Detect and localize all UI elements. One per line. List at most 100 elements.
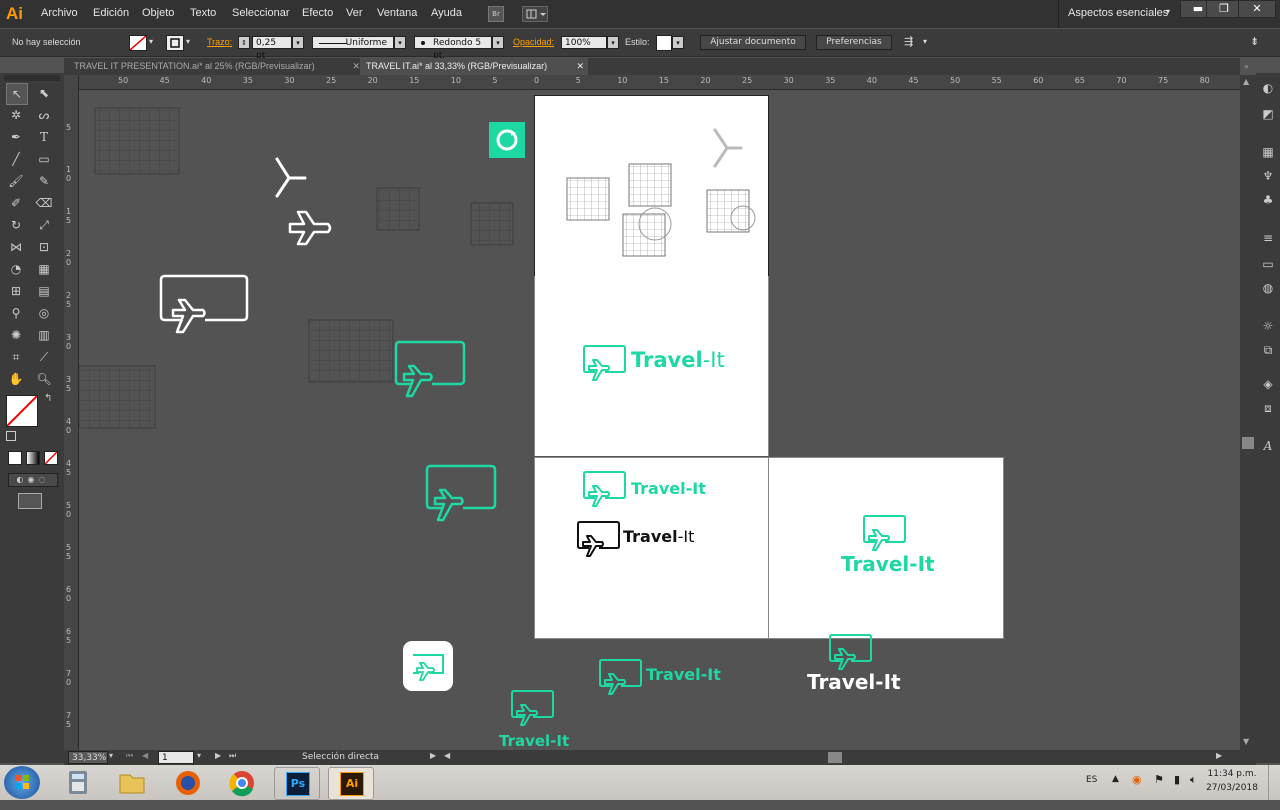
- vertical-ruler[interactable]: 5 1 0 1 5 2 0 2 5 3 0 3 5 4 0 4 5 5 0 5 5 6 0 6 5 7 0…: [64, 75, 79, 750]
- swap-colors-icon[interactable]: ↰: [44, 393, 52, 404]
- scroll-right-icon[interactable]: ▶: [1216, 751, 1222, 760]
- action-center-icon[interactable]: ⚑: [1154, 773, 1164, 786]
- panel-menu-icon[interactable]: ⇟: [1250, 35, 1259, 48]
- graphic-style-swatch[interactable]: [656, 35, 672, 51]
- artboard-number-input[interactable]: 1: [158, 751, 194, 764]
- profile-dropdown[interactable]: ▾: [394, 36, 406, 49]
- close-icon[interactable]: ✕: [352, 58, 360, 75]
- mesh-tool-icon[interactable]: ⊞: [6, 281, 26, 301]
- gradient-panel-icon[interactable]: ▭: [1259, 255, 1277, 273]
- artboard-3[interactable]: Travel-It Travel-It: [534, 457, 769, 639]
- clock-time[interactable]: 11:34 p.m.: [1206, 769, 1258, 779]
- perspective-grid-icon[interactable]: ▦: [34, 259, 54, 279]
- fit-document-button[interactable]: Ajustar documento: [700, 35, 806, 50]
- clock-date[interactable]: 27/03/2018: [1204, 783, 1260, 793]
- workspace-switcher[interactable]: Aspectos esenciales: [1068, 7, 1168, 19]
- tray-expand-icon[interactable]: ▲: [1112, 774, 1119, 784]
- paintbrush-icon[interactable]: 🖌︎: [6, 171, 26, 191]
- column-graph-icon[interactable]: ▥: [34, 325, 54, 345]
- menu-ventana[interactable]: Ventana: [377, 7, 417, 19]
- type-tool-icon[interactable]: T: [34, 127, 54, 147]
- calculator-taskbar-icon[interactable]: [56, 767, 100, 798]
- none-mode-icon[interactable]: [44, 451, 58, 465]
- opacity-input[interactable]: 100%: [561, 36, 607, 49]
- gradient-tool-icon[interactable]: ▤: [34, 281, 54, 301]
- menu-edicion[interactable]: Edición: [93, 7, 129, 19]
- horizontal-ruler[interactable]: 50 45 40 35 30 25 20 15 10 5 0 5 10 15 20 25 30 35 40 45 50 5…: [78, 75, 1240, 90]
- zoom-input[interactable]: 33,33%: [68, 751, 108, 764]
- style-dropdown[interactable]: ▾: [672, 36, 684, 49]
- line-tool-icon[interactable]: ╱: [6, 149, 26, 169]
- appearance-icon[interactable]: ☼: [1259, 317, 1277, 335]
- brush-dropdown[interactable]: ▾: [492, 36, 504, 49]
- last-artboard-icon[interactable]: ⏭: [229, 751, 236, 761]
- menu-seleccionar[interactable]: Seleccionar: [232, 7, 289, 19]
- lasso-icon[interactable]: ᔕ: [34, 105, 54, 125]
- panel-options-icon[interactable]: ▾: [923, 37, 927, 46]
- start-button[interactable]: [4, 766, 40, 799]
- hand-tool-icon[interactable]: ✋: [6, 369, 26, 389]
- rotate-tool-icon[interactable]: ↻: [6, 215, 26, 235]
- width-tool-icon[interactable]: ⋈: [6, 237, 26, 257]
- menu-efecto[interactable]: Efecto: [302, 7, 333, 19]
- menu-objeto[interactable]: Objeto: [142, 7, 174, 19]
- transparency-icon[interactable]: ◍: [1259, 279, 1277, 297]
- rectangle-tool-icon[interactable]: ▭: [34, 149, 54, 169]
- close-icon[interactable]: ✕: [576, 58, 584, 75]
- chevron-down-icon[interactable]: ▾: [1166, 7, 1170, 16]
- layers-icon[interactable]: ◈: [1259, 375, 1277, 393]
- horizontal-scroll-thumb[interactable]: [828, 752, 842, 763]
- artboard-dropdown-icon[interactable]: ▾: [197, 751, 201, 760]
- menu-ayuda[interactable]: Ayuda: [431, 7, 462, 19]
- stroke-swatch[interactable]: [166, 35, 184, 51]
- canvas[interactable]: Travel-It Travel-It Travel-It Travel-It …: [79, 90, 1240, 750]
- symbols-icon[interactable]: ♣: [1259, 191, 1277, 209]
- gradient-mode-icon[interactable]: [26, 451, 40, 465]
- photoshop-taskbar-icon[interactable]: Ps: [274, 767, 320, 800]
- isolate-icon[interactable]: ⇶: [904, 35, 913, 48]
- file-explorer-taskbar-icon[interactable]: [110, 767, 154, 798]
- fill-swatch[interactable]: [129, 35, 147, 51]
- artboard-1[interactable]: [534, 95, 769, 277]
- selection-tool-icon[interactable]: ↖: [6, 83, 28, 105]
- tab-travel-it[interactable]: TRAVEL IT.ai* al 33,33% (RGB/Previsualiz…: [360, 58, 588, 75]
- fill-color-swatch[interactable]: [6, 395, 38, 427]
- first-artboard-icon[interactable]: ⏮: [126, 751, 133, 761]
- menu-texto[interactable]: Texto: [190, 7, 216, 19]
- blend-tool-icon[interactable]: ◎: [34, 303, 54, 323]
- arrange-documents-button[interactable]: [522, 6, 548, 22]
- opacity-dropdown[interactable]: ▾: [607, 36, 619, 49]
- color-guide-icon[interactable]: ◩: [1259, 105, 1277, 123]
- artboards-icon[interactable]: ⧈: [1259, 399, 1277, 417]
- character-icon[interactable]: A: [1259, 437, 1277, 455]
- eraser-icon[interactable]: ⌫: [34, 193, 54, 213]
- color-mode-icon[interactable]: [8, 451, 22, 465]
- shape-builder-icon[interactable]: ◔: [6, 259, 26, 279]
- variable-width-profile[interactable]: Uniforme: [312, 36, 394, 49]
- show-desktop-button[interactable]: [1268, 765, 1280, 800]
- tab-travel-it-presentation[interactable]: TRAVEL IT PRESENTATION.ai* al 25% (RGB/P…: [68, 58, 364, 75]
- scroll-left-icon[interactable]: ◀: [444, 751, 450, 760]
- scale-tool-icon[interactable]: ⤢: [34, 215, 54, 235]
- pen-tool-icon[interactable]: ✒: [6, 127, 26, 147]
- bridge-button[interactable]: Br: [488, 6, 504, 22]
- next-artboard-icon[interactable]: ▶: [215, 751, 221, 760]
- magic-wand-icon[interactable]: ✲: [6, 105, 26, 125]
- stroke-panel-icon[interactable]: ≡: [1259, 229, 1277, 247]
- tabs-overflow-icon[interactable]: »: [1244, 62, 1249, 71]
- stroke-weight-dropdown[interactable]: ▾: [292, 36, 304, 49]
- chrome-taskbar-icon[interactable]: [220, 767, 264, 798]
- scroll-thumb[interactable]: [1242, 437, 1254, 449]
- brush-definition[interactable]: Redondo 5 pt.: [414, 36, 492, 61]
- zoom-tool-icon[interactable]: 🔍︎: [34, 369, 54, 389]
- slice-tool-icon[interactable]: ⟋: [34, 347, 54, 367]
- swatches-icon[interactable]: ▦: [1259, 143, 1277, 161]
- artboard-tool-icon[interactable]: ⌗: [6, 347, 26, 367]
- fill-dropdown-icon[interactable]: ▾: [149, 37, 153, 46]
- stroke-label[interactable]: Trazo:: [207, 37, 232, 47]
- prev-artboard-icon[interactable]: ◀: [142, 751, 148, 760]
- stroke-stepper[interactable]: ⇕: [238, 36, 250, 49]
- default-colors-icon[interactable]: [6, 431, 16, 441]
- network-icon[interactable]: ▮: [1174, 773, 1180, 786]
- color-panel-icon[interactable]: ◐: [1259, 79, 1277, 97]
